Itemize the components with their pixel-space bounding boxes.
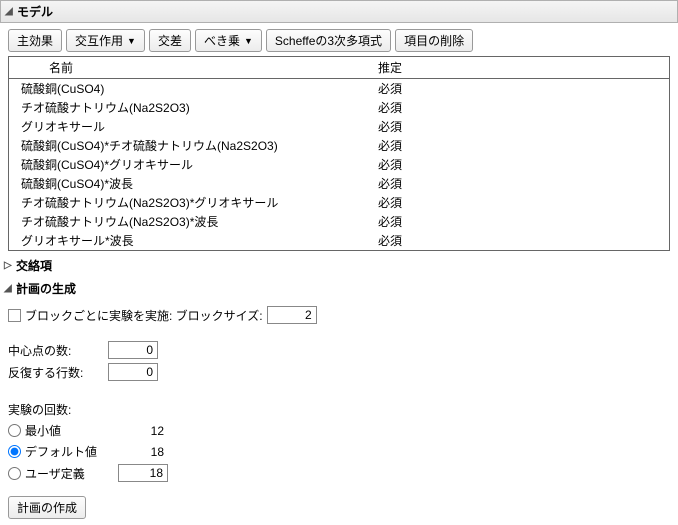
generate-section-header[interactable]: ◢ 計画の生成 — [0, 278, 678, 299]
min-value: 12 — [118, 424, 168, 438]
min-label: 最小値 — [25, 422, 61, 439]
remove-item-button[interactable]: 項目の削除 — [395, 29, 473, 52]
user-label: ユーザ定義 — [25, 465, 85, 482]
generate-title: 計画の生成 — [16, 280, 76, 297]
cross-button[interactable]: 交差 — [149, 29, 191, 52]
table-row[interactable]: チオ硫酸ナトリウム(Na2S2O3)*波長必須 — [9, 212, 669, 231]
block-checkbox[interactable] — [8, 309, 21, 322]
table-row[interactable]: 硫酸銅(CuSO4)*グリオキサール必須 — [9, 155, 669, 174]
cell-estimate: 必須 — [372, 212, 669, 231]
cell-name: グリオキサール*波長 — [9, 231, 372, 250]
main-effect-button[interactable]: 主効果 — [8, 29, 62, 52]
cell-estimate: 必須 — [372, 155, 669, 174]
repeat-rows-input[interactable] — [108, 363, 158, 381]
cell-estimate: 必須 — [372, 231, 669, 250]
center-label: 中心点の数: — [8, 342, 108, 359]
caret-down-icon: ▼ — [244, 36, 253, 46]
col-name[interactable]: 名前 — [9, 57, 372, 79]
cell-estimate: 必須 — [372, 98, 669, 117]
disclosure-open-icon: ◢ — [4, 283, 14, 294]
table-row[interactable]: 硫酸銅(CuSO4)必須 — [9, 79, 669, 99]
cell-estimate: 必須 — [372, 79, 669, 99]
cell-name: 硫酸銅(CuSO4) — [9, 79, 372, 99]
runs-label: 実験の回数: — [8, 401, 670, 418]
runs-min-radio[interactable] — [8, 424, 21, 437]
center-points-input[interactable] — [108, 341, 158, 359]
generate-body: ブロックごとに実験を実施: ブロックサイズ: 中心点の数: 反復する行数: 実験… — [0, 299, 678, 490]
cell-estimate: 必須 — [372, 136, 669, 155]
cell-name: 硫酸銅(CuSO4)*波長 — [9, 174, 372, 193]
user-runs-input[interactable] — [118, 464, 168, 482]
cell-estimate: 必須 — [372, 174, 669, 193]
default-value: 18 — [118, 445, 168, 459]
col-estimate[interactable]: 推定 — [372, 57, 669, 79]
table-row[interactable]: グリオキサール必須 — [9, 117, 669, 136]
runs-default-radio[interactable] — [8, 445, 21, 458]
cell-name: 硫酸銅(CuSO4)*チオ硫酸ナトリウム(Na2S2O3) — [9, 136, 372, 155]
disclosure-open-icon: ◢ — [5, 6, 15, 17]
cell-name: チオ硫酸ナトリウム(Na2S2O3) — [9, 98, 372, 117]
cell-name: チオ硫酸ナトリウム(Na2S2O3)*波長 — [9, 212, 372, 231]
table-row[interactable]: 硫酸銅(CuSO4)*チオ硫酸ナトリウム(Na2S2O3)必須 — [9, 136, 669, 155]
cell-name: グリオキサール — [9, 117, 372, 136]
default-label: デフォルト値 — [25, 443, 97, 460]
confound-section-header[interactable]: ▷ 交絡項 — [0, 255, 678, 276]
cell-name: チオ硫酸ナトリウム(Na2S2O3)*グリオキサール — [9, 193, 372, 212]
table-row[interactable]: チオ硫酸ナトリウム(Na2S2O3)必須 — [9, 98, 669, 117]
block-label: ブロックごとに実験を実施: ブロックサイズ: — [25, 307, 263, 324]
scheffe-button[interactable]: Scheffeの3次多項式 — [266, 29, 391, 52]
confound-title: 交絡項 — [16, 257, 52, 274]
table-row[interactable]: チオ硫酸ナトリウム(Na2S2O3)*グリオキサール必須 — [9, 193, 669, 212]
model-title: モデル — [17, 3, 53, 20]
repeat-label: 反復する行数: — [8, 364, 108, 381]
table-row[interactable]: 硫酸銅(CuSO4)*波長必須 — [9, 174, 669, 193]
table-row[interactable]: グリオキサール*波長必須 — [9, 231, 669, 250]
runs-user-radio[interactable] — [8, 467, 21, 480]
cell-estimate: 必須 — [372, 193, 669, 212]
cell-name: 硫酸銅(CuSO4)*グリオキサール — [9, 155, 372, 174]
block-size-input[interactable] — [267, 306, 317, 324]
model-table: 名前 推定 硫酸銅(CuSO4)必須チオ硫酸ナトリウム(Na2S2O3)必須グリ… — [8, 56, 670, 251]
model-toolbar: 主効果 交互作用▼ 交差 べき乗▼ Scheffeの3次多項式 項目の削除 — [0, 23, 678, 56]
disclosure-closed-icon: ▷ — [4, 260, 14, 271]
cell-estimate: 必須 — [372, 117, 669, 136]
power-button[interactable]: べき乗▼ — [195, 29, 262, 52]
interaction-button[interactable]: 交互作用▼ — [66, 29, 145, 52]
model-section-header[interactable]: ◢ モデル — [0, 0, 678, 23]
caret-down-icon: ▼ — [127, 36, 136, 46]
